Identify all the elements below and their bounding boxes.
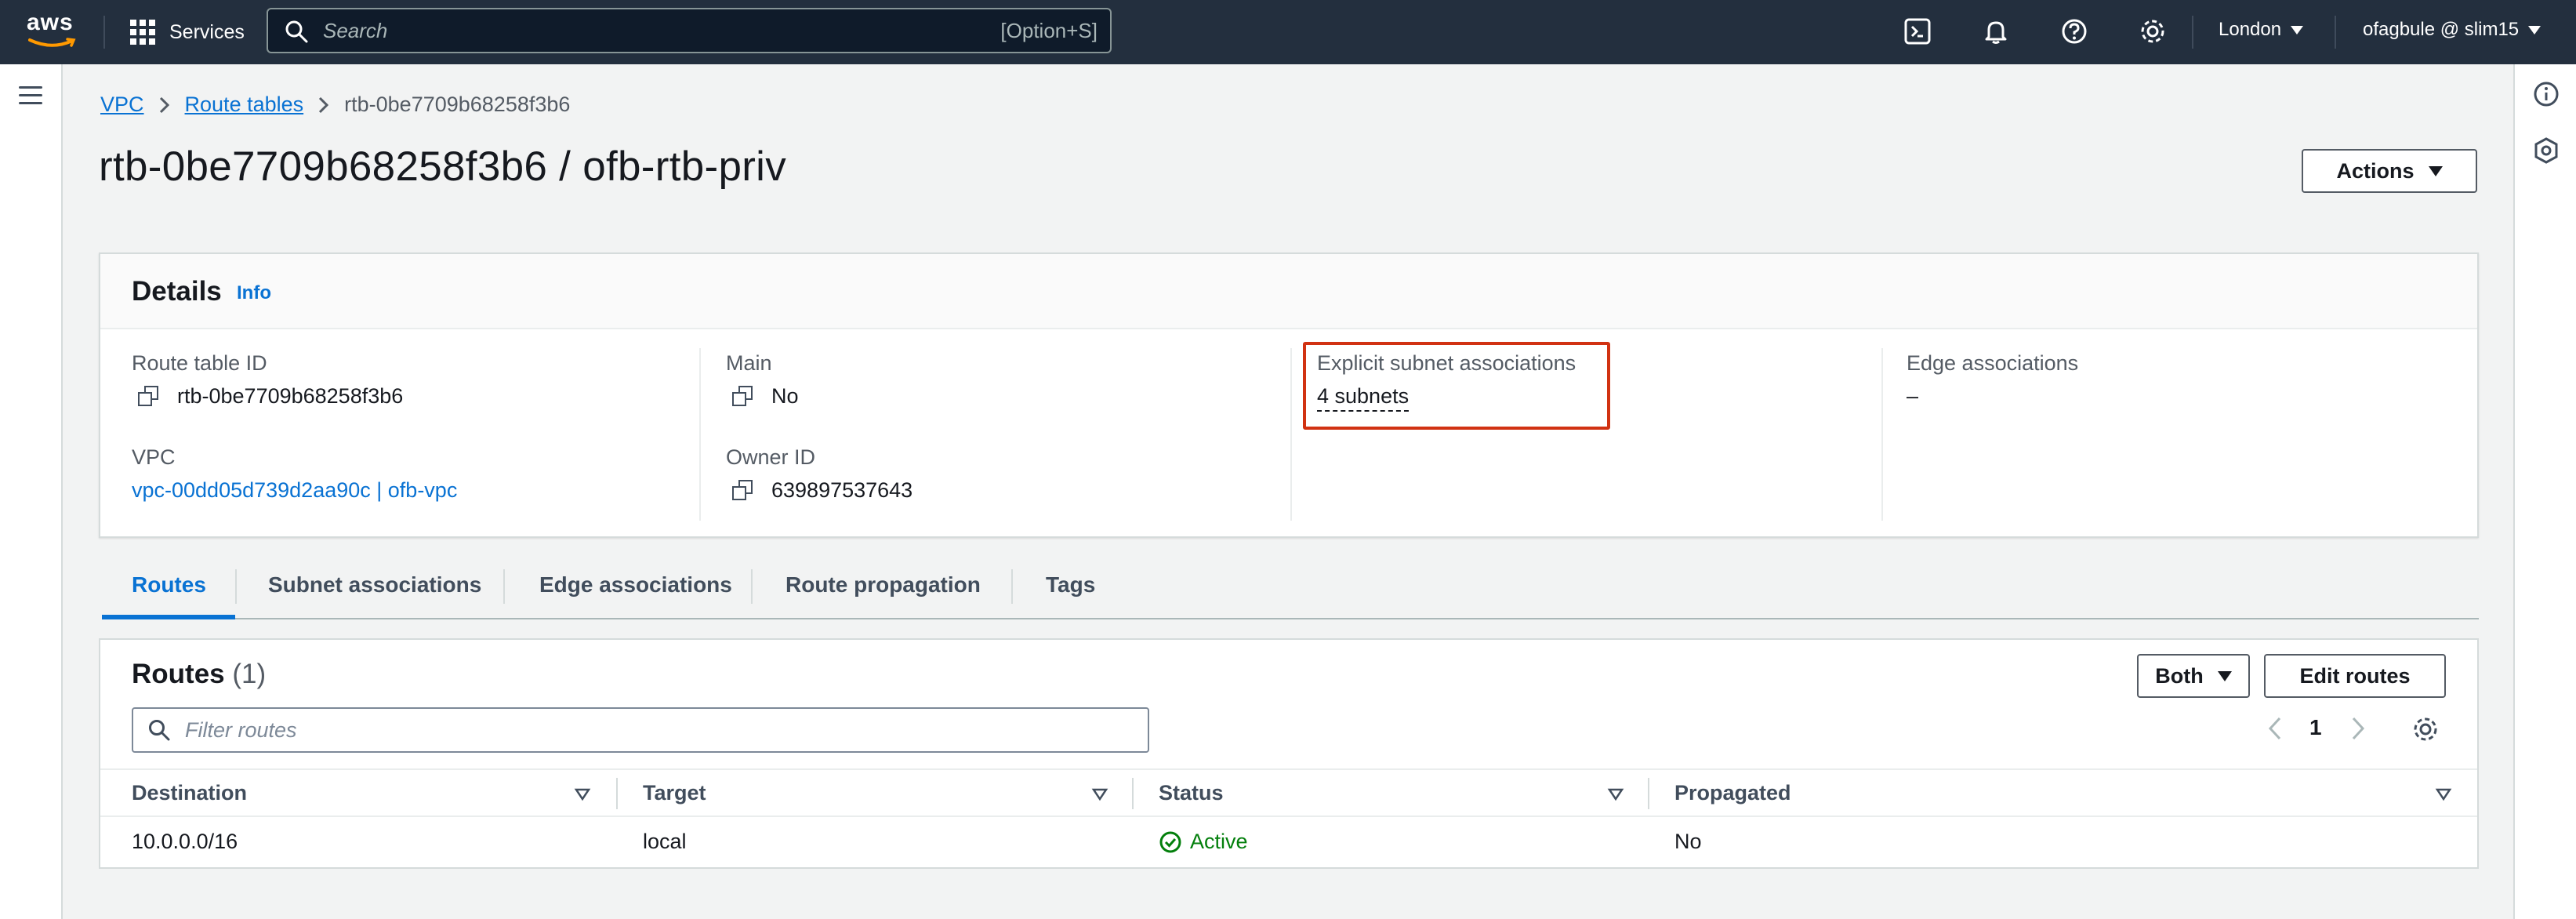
search-icon bbox=[285, 20, 308, 43]
top-navigation: aws Services Search [Option+S] London of… bbox=[0, 0, 2576, 64]
vpc-link[interactable]: vpc-00dd05d739d2aa90c | ofb-vpc bbox=[132, 478, 457, 503]
left-side-rail bbox=[0, 64, 63, 919]
hamburger-menu-icon[interactable] bbox=[19, 86, 42, 105]
details-title: Details bbox=[132, 276, 222, 307]
column-status[interactable]: Status bbox=[1159, 781, 1224, 805]
page-title: rtb-0be7709b68258f3b6 / ofb-rtb-priv bbox=[99, 143, 787, 190]
chevron-right-icon[interactable] bbox=[2349, 715, 2367, 742]
check-circle-icon bbox=[1159, 831, 1181, 852]
copy-icon[interactable] bbox=[732, 479, 754, 502]
settings-gear-icon[interactable] bbox=[2411, 715, 2440, 743]
main-value: No bbox=[732, 384, 799, 409]
owner-id-value: 639897537643 bbox=[732, 478, 912, 503]
route-table-id-value: rtb-0be7709b68258f3b6 bbox=[138, 384, 403, 409]
tabs: Routes Subnet associations Edge associat… bbox=[102, 557, 2479, 619]
routes-count: (1) bbox=[232, 659, 267, 689]
bell-icon[interactable] bbox=[1980, 16, 2012, 47]
column-target[interactable]: Target bbox=[643, 781, 706, 805]
breadcrumb-route-tables-link[interactable]: Route tables bbox=[185, 93, 304, 117]
chevron-left-icon[interactable] bbox=[2266, 715, 2284, 742]
breadcrumb-current: rtb-0be7709b68258f3b6 bbox=[344, 93, 571, 116]
tab-edge-associations[interactable]: Edge associations bbox=[539, 572, 732, 598]
right-side-rail bbox=[2513, 64, 2576, 919]
caret-down-icon bbox=[2291, 25, 2304, 35]
search-input[interactable]: Search [Option+S] bbox=[267, 8, 1112, 53]
help-icon[interactable] bbox=[2059, 16, 2090, 47]
caret-down-icon bbox=[2217, 670, 2232, 681]
account-menu[interactable]: ofagbule @ slim15 bbox=[2363, 19, 2542, 41]
edge-associations-value: – bbox=[1907, 384, 1919, 408]
copy-icon[interactable] bbox=[138, 385, 160, 408]
highlight-annotation-box bbox=[1303, 342, 1610, 430]
cell-target: local bbox=[643, 830, 687, 853]
routes-title: Routes (1) bbox=[132, 659, 267, 689]
filter-routes-input[interactable]: Filter routes bbox=[132, 707, 1149, 753]
services-menu[interactable]: Services bbox=[130, 17, 245, 47]
sort-caret-icon[interactable] bbox=[574, 786, 591, 803]
tab-route-propagation[interactable]: Route propagation bbox=[785, 572, 981, 598]
breadcrumb: VPC Route tables rtb-0be7709b68258f3b6 bbox=[100, 93, 570, 117]
routes-table-header: Destination Target Status Propagated bbox=[100, 768, 2477, 817]
hexagon-icon[interactable] bbox=[2532, 136, 2560, 165]
tab-subnet-associations[interactable]: Subnet associations bbox=[268, 572, 481, 598]
routes-filter-select[interactable]: Both bbox=[2137, 654, 2250, 698]
main-label: Main bbox=[726, 351, 772, 375]
active-tab-indicator bbox=[102, 615, 235, 619]
sort-caret-icon[interactable] bbox=[2435, 786, 2452, 803]
column-propagated[interactable]: Propagated bbox=[1674, 781, 1791, 805]
owner-id-label: Owner ID bbox=[726, 445, 816, 469]
breadcrumb-vpc-link[interactable]: VPC bbox=[100, 93, 144, 117]
details-header: Details Info bbox=[100, 254, 2477, 329]
page-number[interactable]: 1 bbox=[2309, 715, 2322, 740]
info-link[interactable]: Info bbox=[237, 282, 271, 304]
routes-panel: Routes (1) Both Edit routes Filter route… bbox=[99, 638, 2479, 869]
cell-propagated: No bbox=[1674, 830, 1702, 853]
sort-caret-icon[interactable] bbox=[1091, 786, 1108, 803]
region-selector[interactable]: London bbox=[2219, 19, 2304, 41]
aws-logo[interactable]: aws bbox=[27, 11, 78, 52]
column-destination[interactable]: Destination bbox=[132, 781, 247, 805]
cloudshell-icon[interactable] bbox=[1902, 16, 1933, 47]
tab-tags[interactable]: Tags bbox=[1046, 572, 1095, 598]
info-circle-icon[interactable] bbox=[2532, 80, 2560, 108]
caret-down-icon bbox=[2528, 25, 2542, 35]
copy-icon[interactable] bbox=[732, 385, 754, 408]
gear-icon[interactable] bbox=[2137, 16, 2168, 47]
actions-button[interactable]: Actions bbox=[2302, 149, 2477, 193]
edit-routes-button[interactable]: Edit routes bbox=[2264, 654, 2446, 698]
route-table-id-label: Route table ID bbox=[132, 351, 267, 375]
vpc-label: VPC bbox=[132, 445, 176, 469]
caret-down-icon bbox=[2428, 165, 2443, 176]
chevron-right-icon bbox=[317, 96, 330, 114]
cell-status: Active bbox=[1159, 830, 1248, 854]
cell-destination: 10.0.0.0/16 bbox=[132, 830, 238, 853]
sort-caret-icon[interactable] bbox=[1607, 786, 1624, 803]
tab-routes[interactable]: Routes bbox=[132, 572, 206, 598]
grid-icon bbox=[130, 20, 155, 45]
edge-associations-label: Edge associations bbox=[1907, 351, 2079, 375]
details-panel: Details Info Route table ID rtb-0be7709b… bbox=[99, 252, 2479, 538]
chevron-right-icon bbox=[158, 96, 171, 114]
search-icon bbox=[149, 720, 170, 741]
